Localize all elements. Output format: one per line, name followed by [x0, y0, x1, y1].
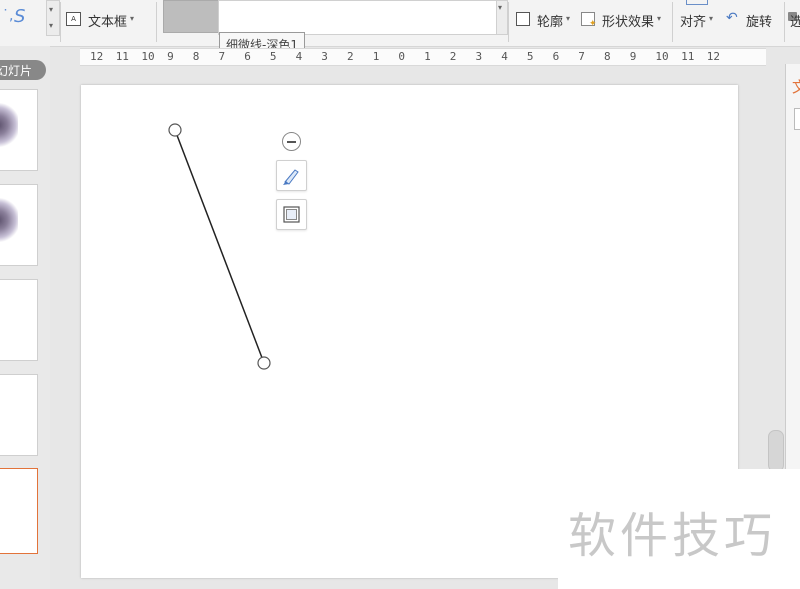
- task-pane-title: 文: [792, 78, 800, 96]
- select-button[interactable]: 选: [788, 10, 800, 30]
- style-scroll-arrows[interactable]: ▾ ▾: [46, 0, 60, 36]
- gallery-scroll[interactable]: ▾: [496, 0, 508, 35]
- outline-icon: [516, 12, 530, 26]
- ruler-tick-label: 4: [501, 50, 508, 63]
- style-preview-glyph[interactable]: S: [14, 6, 25, 27]
- ruler-tick-label: 6: [552, 50, 560, 63]
- align-icon: [686, 0, 708, 5]
- slides-tab-label: 幻灯片: [0, 64, 33, 78]
- collapse-button[interactable]: [282, 132, 301, 151]
- rotate-icon: ↶: [726, 10, 738, 26]
- slide-thumbnail-2[interactable]: [0, 184, 38, 266]
- text-box-label: 文本框: [88, 15, 128, 30]
- ruler-tick-label: 11: [115, 50, 129, 63]
- ruler-tick-label: 12: [706, 50, 721, 63]
- ruler-tick-label: 6: [244, 50, 251, 63]
- ruler-tick-label: 10: [655, 50, 669, 63]
- ruler-tick-label: 12: [90, 50, 104, 63]
- line-start-handle: [168, 123, 182, 137]
- line-stroke: [174, 129, 265, 364]
- slide-thumbnail-panel: 幻灯片: [0, 46, 50, 589]
- ruler-tick-label: 7: [578, 50, 585, 63]
- align-label: 对齐: [680, 15, 707, 30]
- scroll-thumb[interactable]: [768, 430, 784, 472]
- ruler-tick-label: 3: [321, 50, 328, 63]
- ruler-tick-label: 4: [295, 50, 303, 63]
- ruler-tick-label: 3: [475, 50, 483, 63]
- ruler-tick-label: 8: [604, 50, 611, 63]
- ruler-tick-label: 9: [629, 50, 637, 63]
- ruler-tick-label: 10: [141, 50, 155, 63]
- rotate-button[interactable]: ↶ 旋转: [726, 10, 780, 30]
- style-dots: ˙,: [2, 8, 14, 24]
- style-gallery[interactable]: [218, 0, 498, 35]
- brush-icon: [283, 169, 299, 185]
- shape-outline-float-button[interactable]: [276, 199, 307, 230]
- slides-tab[interactable]: 幻灯片: [0, 60, 46, 80]
- text-box-icon: A: [66, 12, 81, 26]
- shape-effect-button[interactable]: ✦ 形状效果 ▾: [581, 10, 667, 30]
- shape-effect-label: 形状效果: [602, 15, 655, 30]
- ruler-tick-label: 2: [347, 50, 354, 63]
- watermark-text: 软件技巧: [568, 508, 777, 564]
- slide-thumbnail-3[interactable]: [0, 279, 38, 361]
- ruler-tick-label: 1: [424, 50, 431, 63]
- task-pane-field[interactable]: [794, 108, 800, 130]
- shape-style-swatch[interactable]: [163, 0, 219, 33]
- shape-style-float-button[interactable]: [276, 160, 307, 191]
- outline-label: 轮廓: [537, 15, 564, 30]
- align-button[interactable]: 对齐 ▾: [680, 0, 720, 36]
- watermark: 软件技巧: [558, 469, 800, 589]
- line-end-handle: [257, 356, 271, 370]
- outline-frame-icon: [283, 206, 300, 223]
- ruler-tick-label: 0: [398, 50, 406, 63]
- horizontal-ruler[interactable]: 12 11 10 9 8 7 6 5 4 3 2 1 0 1 2 3 4 5 6 7 8 9 10 11 12: [80, 48, 766, 66]
- ruler-tick-label: 9: [167, 50, 174, 63]
- slide-thumbnail-1[interactable]: [0, 89, 38, 171]
- ruler-tick-label: 5: [269, 50, 277, 63]
- ribbon-toolbar: ˙, S ▾ ▾ A 文本框 ▾ ▾ 轮廓 ▾ ✦ 形状效果 ▾ 对齐 ▾ ↶ …: [0, 0, 800, 47]
- slide-thumbnail-4[interactable]: [0, 374, 38, 456]
- ruler-tick-label: 11: [681, 50, 695, 63]
- ruler-tick-label: 5: [526, 50, 534, 63]
- ruler-tick-label: 1: [372, 50, 380, 63]
- rotate-label: 旋转: [746, 15, 773, 30]
- slide-thumbnail-5[interactable]: [0, 468, 38, 554]
- outline-button[interactable]: 轮廓 ▾: [516, 10, 576, 30]
- ruler-tick-label: 2: [449, 50, 457, 63]
- ruler-tick-label: 7: [218, 50, 226, 63]
- minus-icon: [287, 141, 296, 143]
- ruler-tick-label: 8: [192, 50, 200, 63]
- select-label: 选: [790, 15, 800, 30]
